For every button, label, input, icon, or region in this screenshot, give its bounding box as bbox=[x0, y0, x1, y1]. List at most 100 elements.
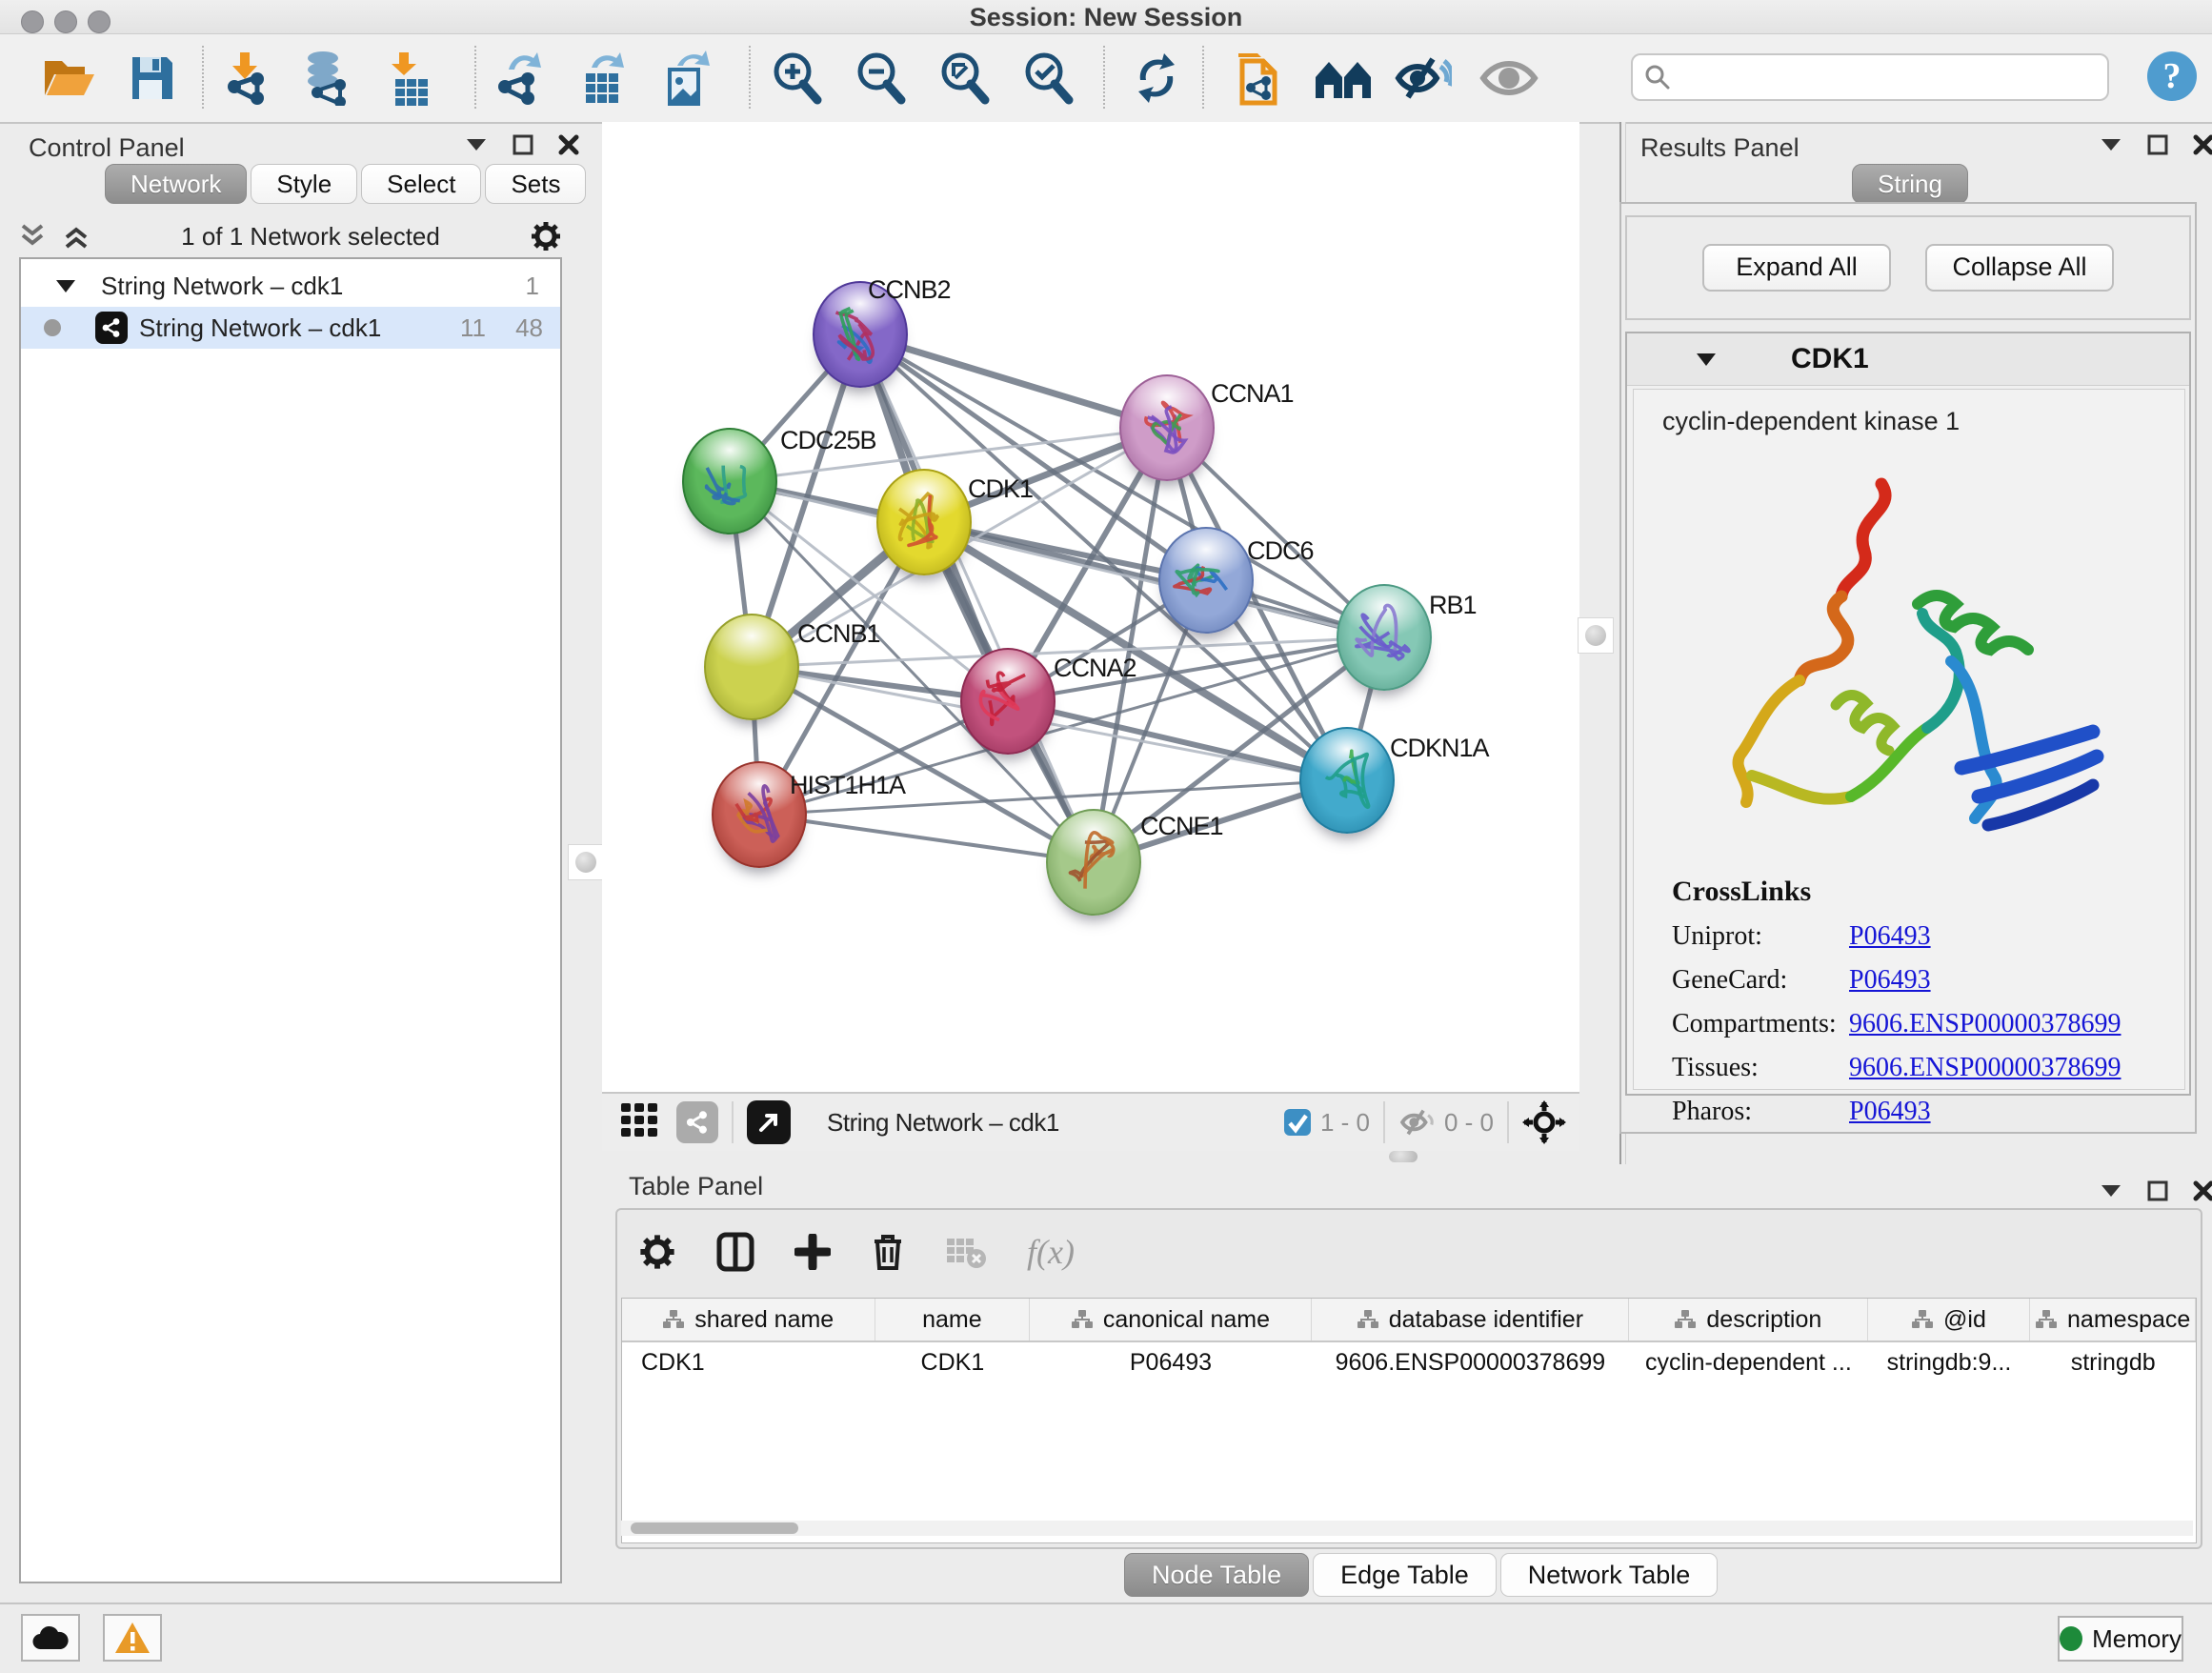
import-network-button[interactable] bbox=[211, 46, 280, 111]
panel-close-icon[interactable] bbox=[2193, 134, 2212, 155]
memory-status-dot bbox=[2060, 1626, 2082, 1651]
column-header-description[interactable]: description bbox=[1629, 1299, 1868, 1340]
save-session-button[interactable] bbox=[118, 46, 187, 111]
column-header-namespace[interactable]: namespace bbox=[2030, 1299, 2196, 1340]
node-CCNB1[interactable] bbox=[704, 614, 799, 720]
birdseye-crosshair-icon[interactable] bbox=[1522, 1100, 1566, 1144]
cloud-status-button[interactable] bbox=[21, 1614, 80, 1662]
search-text-field[interactable] bbox=[1671, 62, 2107, 93]
apply-layout-button[interactable] bbox=[1122, 46, 1191, 111]
tab-edge-table[interactable]: Edge Table bbox=[1313, 1553, 1497, 1597]
warnings-button[interactable] bbox=[103, 1614, 162, 1662]
crosslink-link[interactable]: P06493 bbox=[1849, 921, 1931, 952]
node-CDK1[interactable] bbox=[876, 469, 972, 575]
table-horizontal-scrollbar[interactable] bbox=[621, 1521, 2193, 1536]
table-cell[interactable]: stringdb:9... bbox=[1868, 1342, 2031, 1382]
panel-float-icon[interactable] bbox=[2147, 134, 2168, 155]
scrollbar-thumb[interactable] bbox=[631, 1522, 798, 1534]
export-image-button[interactable] bbox=[652, 46, 720, 111]
tab-sets[interactable]: Sets bbox=[485, 164, 586, 204]
import-table-button[interactable] bbox=[373, 46, 442, 111]
panel-menu-icon[interactable] bbox=[465, 137, 488, 152]
help-button[interactable]: ? bbox=[2145, 50, 2199, 103]
memory-button[interactable]: Memory bbox=[2058, 1616, 2183, 1662]
detach-view-button[interactable] bbox=[747, 1100, 791, 1144]
network-canvas[interactable]: CCNB2CCNA1CDC25BCDK1CDC6RB1CCNB1CCNA2CDK… bbox=[602, 122, 1579, 1092]
tab-network[interactable]: Network bbox=[105, 164, 247, 204]
column-header-database-identifier[interactable]: database identifier bbox=[1312, 1299, 1629, 1340]
node-CDKN1A[interactable] bbox=[1299, 727, 1395, 834]
column-header-canonical-name[interactable]: canonical name bbox=[1030, 1299, 1311, 1340]
zoom-selected-button[interactable] bbox=[1014, 46, 1082, 111]
zoom-fit-button[interactable] bbox=[930, 46, 998, 111]
crosslink-link[interactable]: 9606.ENSP00000378699 bbox=[1849, 1009, 2121, 1039]
export-network-button[interactable] bbox=[484, 46, 553, 111]
panel-menu-icon[interactable] bbox=[2100, 1183, 2122, 1199]
right-splitter-handle[interactable] bbox=[1578, 617, 1614, 654]
panel-close-icon[interactable] bbox=[558, 134, 579, 155]
show-columns-icon[interactable] bbox=[716, 1232, 754, 1272]
show-graphics-button[interactable] bbox=[1475, 46, 1543, 111]
delete-column-icon[interactable] bbox=[871, 1232, 905, 1272]
crosslink-link[interactable]: P06493 bbox=[1849, 1097, 1931, 1127]
node-table[interactable]: shared namenamecanonical namedatabase id… bbox=[621, 1298, 2197, 1543]
column-header-label: namespace bbox=[2067, 1306, 2190, 1334]
gene-section-header[interactable]: CDK1 bbox=[1627, 333, 2189, 386]
zoom-in-button[interactable] bbox=[762, 46, 831, 111]
node-RB1[interactable] bbox=[1337, 584, 1432, 691]
panel-close-icon[interactable] bbox=[2193, 1180, 2212, 1201]
export-table-button[interactable] bbox=[568, 46, 636, 111]
show-hide-button[interactable] bbox=[1389, 46, 1458, 111]
collapse-all-button[interactable]: Collapse All bbox=[1925, 244, 2114, 292]
tab-select[interactable]: Select bbox=[361, 164, 481, 204]
grid-view-button[interactable] bbox=[619, 1101, 659, 1144]
crosslink-link[interactable]: 9606.ENSP00000378699 bbox=[1849, 1053, 2121, 1083]
selected-nodes-checkbox-icon[interactable] bbox=[1282, 1107, 1313, 1138]
string-import-button[interactable] bbox=[1227, 46, 1296, 111]
edge-CCNA2-CDKN1A[interactable] bbox=[1008, 701, 1347, 780]
open-session-button[interactable] bbox=[34, 46, 103, 111]
table-row[interactable]: CDK1CDK1P064939606.ENSP00000378699cyclin… bbox=[622, 1342, 2196, 1382]
left-splitter-handle[interactable] bbox=[568, 844, 604, 880]
column-header-shared-name[interactable]: shared name bbox=[622, 1299, 875, 1340]
edge-HIST1H1A-CCNE1[interactable] bbox=[759, 815, 1094, 862]
tree-expand-icon[interactable] bbox=[55, 279, 76, 293]
node-CCNA2[interactable] bbox=[960, 648, 1056, 755]
table-cell[interactable]: CDK1 bbox=[622, 1342, 875, 1382]
hidden-items-eye-icon[interactable] bbox=[1398, 1107, 1437, 1138]
expand-all-icon[interactable] bbox=[63, 224, 91, 249]
panel-menu-icon[interactable] bbox=[2100, 137, 2122, 152]
network-overview-button[interactable] bbox=[676, 1101, 718, 1143]
tab-string[interactable]: String bbox=[1852, 164, 1968, 204]
add-column-icon[interactable] bbox=[794, 1234, 831, 1270]
network-collection-row[interactable]: String Network – cdk1 1 bbox=[21, 265, 560, 307]
column-header-@id[interactable]: @id bbox=[1868, 1299, 2031, 1340]
node-CDC6[interactable] bbox=[1158, 527, 1254, 634]
panel-float-icon[interactable] bbox=[513, 134, 533, 155]
table-cell[interactable]: 9606.ENSP00000378699 bbox=[1312, 1342, 1629, 1382]
expand-all-button[interactable]: Expand All bbox=[1702, 244, 1891, 292]
panel-float-icon[interactable] bbox=[2147, 1180, 2168, 1201]
node-CCNE1[interactable] bbox=[1046, 809, 1141, 916]
tab-node-table[interactable]: Node Table bbox=[1124, 1553, 1309, 1597]
search-input[interactable] bbox=[1631, 53, 2109, 101]
section-collapse-icon[interactable] bbox=[1696, 353, 1717, 367]
table-cell[interactable]: stringdb bbox=[2030, 1342, 2196, 1382]
tab-network-table[interactable]: Network Table bbox=[1500, 1553, 1719, 1597]
column-header-name[interactable]: name bbox=[875, 1299, 1031, 1340]
table-cell[interactable]: CDK1 bbox=[875, 1342, 1031, 1382]
network-row-selected[interactable]: String Network – cdk1 11 48 bbox=[21, 307, 560, 349]
string-home-button[interactable] bbox=[1309, 46, 1377, 111]
crosslink-link[interactable]: P06493 bbox=[1849, 965, 1931, 996]
table-cell[interactable]: cyclin-dependent ... bbox=[1629, 1342, 1868, 1382]
import-network-from-database-button[interactable] bbox=[292, 46, 360, 111]
node-CDC25B[interactable] bbox=[682, 428, 777, 534]
node-CCNA1[interactable] bbox=[1119, 374, 1215, 481]
network-options-gear-icon[interactable] bbox=[530, 220, 562, 252]
collapse-all-icon[interactable] bbox=[19, 224, 48, 249]
table-cell[interactable]: P06493 bbox=[1030, 1342, 1311, 1382]
table-options-gear-icon[interactable] bbox=[638, 1233, 676, 1271]
bottom-splitter-handle[interactable] bbox=[1389, 1151, 1418, 1162]
tab-style[interactable]: Style bbox=[251, 164, 357, 204]
zoom-out-button[interactable] bbox=[846, 46, 915, 111]
